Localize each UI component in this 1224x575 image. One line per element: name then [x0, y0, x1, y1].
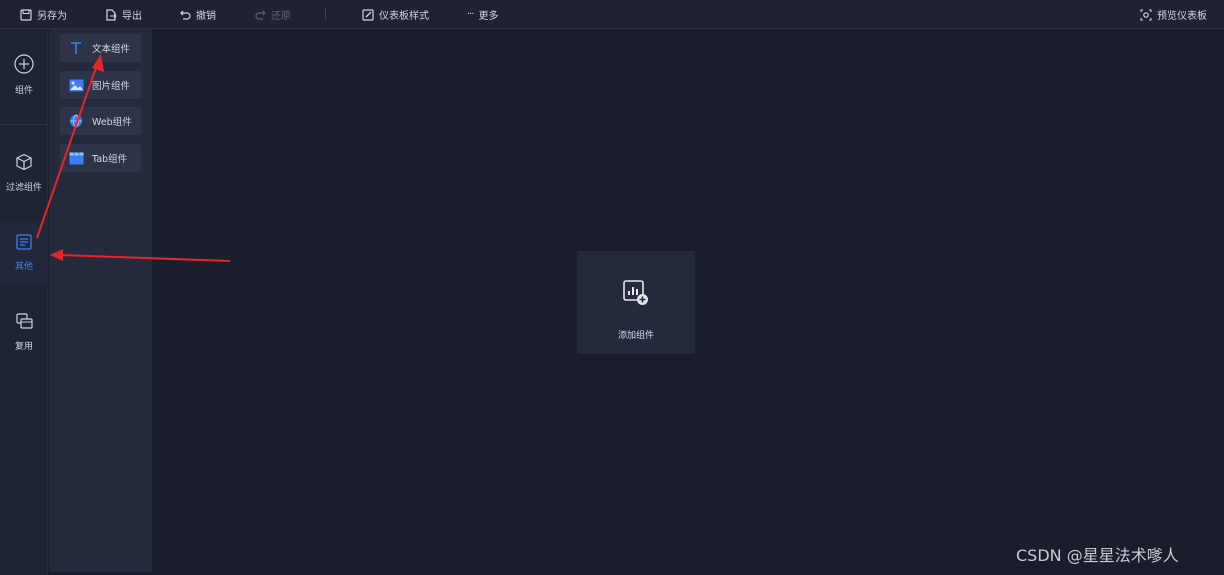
component-label: Web组件 [92, 117, 132, 128]
save-as-label: 另存为 [37, 11, 67, 22]
add-component-card[interactable]: 添加组件 [577, 251, 695, 354]
sidebar-item-label: 复用 [14, 342, 33, 352]
add-component-label: 添加组件 [617, 331, 654, 341]
image-component-item[interactable]: 图片组件 [60, 71, 141, 99]
sidebar-item-filter-components[interactable]: 过滤组件 [0, 153, 48, 223]
image-icon [68, 77, 84, 93]
export-label: 导出 [122, 11, 142, 22]
add-chart-icon [623, 280, 649, 310]
csdn-watermark: CSDN @星星法术嗲人 [1016, 546, 1179, 565]
sidebar-item-label: 组件 [14, 86, 33, 96]
sidebar-item-other[interactable]: 其他 [0, 221, 48, 285]
more-label: 更多 [478, 11, 499, 22]
document-icon [16, 234, 32, 250]
redo-button[interactable]: 还原 [255, 0, 291, 29]
component-label: 文本组件 [92, 44, 131, 55]
export-button[interactable]: 导出 [105, 0, 142, 29]
text-component-item[interactable]: 文本组件 [60, 34, 141, 62]
preview-dashboard-button[interactable]: 预览仪表板 [1140, 0, 1207, 29]
components-panel: 文本组件 图片组件 Web组件 Tab组件 [49, 29, 152, 572]
save-icon [20, 8, 32, 21]
sidebar-item-reuse[interactable]: 复用 [0, 313, 48, 373]
export-icon [106, 8, 117, 21]
top-toolbar: 另存为 导出 撤销 还原 仪表板样式 ··· 更多 预览仪表板 [0, 0, 1224, 29]
globe-icon [68, 113, 84, 129]
more-button[interactable]: ··· 更多 [467, 0, 499, 29]
redo-icon [255, 10, 266, 20]
cube-icon [16, 153, 32, 171]
sidebar-divider [0, 124, 48, 125]
web-component-item[interactable]: Web组件 [60, 107, 141, 135]
tab-icon [68, 150, 84, 166]
sidebar-item-label: 过滤组件 [5, 183, 42, 193]
undo-icon [180, 10, 191, 20]
dashboard-style-button[interactable]: 仪表板样式 [362, 0, 429, 29]
save-as-button[interactable]: 另存为 [20, 0, 67, 29]
dashboard-style-label: 仪表板样式 [379, 11, 429, 22]
plus-circle-icon [14, 54, 34, 74]
undo-label: 撤销 [196, 11, 216, 22]
undo-button[interactable]: 撤销 [180, 0, 216, 29]
style-brush-icon [362, 8, 374, 21]
component-label: 图片组件 [92, 81, 131, 92]
preview-label: 预览仪表板 [1157, 11, 1207, 22]
toolbar-divider [325, 8, 326, 21]
redo-label: 还原 [271, 11, 291, 22]
left-sidebar: 组件 过滤组件 其他 复用 [0, 29, 48, 575]
copy-windows-icon [15, 313, 33, 329]
sidebar-item-label: 其他 [14, 262, 33, 272]
preview-icon [1140, 8, 1152, 21]
text-t-icon [68, 40, 84, 56]
tab-component-item[interactable]: Tab组件 [60, 144, 141, 172]
component-label: Tab组件 [92, 154, 128, 165]
more-dots-icon: ··· [467, 9, 474, 20]
sidebar-item-components[interactable]: 组件 [0, 54, 48, 124]
